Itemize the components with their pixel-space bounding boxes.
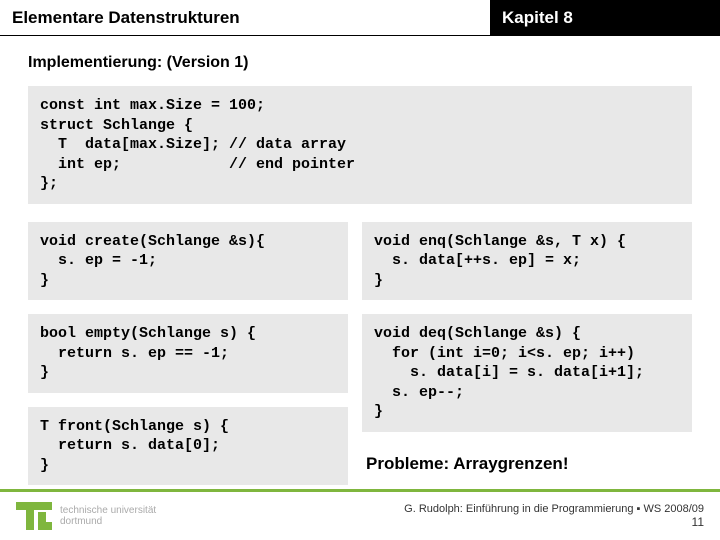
code-enq: void enq(Schlange &s, T x) { s. data[++s… — [362, 222, 692, 301]
slide-content: Implementierung: (Version 1) const int m… — [0, 36, 720, 485]
slide-header: Elementare Datenstrukturen Kapitel 8 — [0, 0, 720, 36]
tu-logo-icon — [16, 502, 52, 530]
code-empty: bool empty(Schlange s) { return s. ep ==… — [28, 314, 348, 393]
university-name-line2: dortmund — [60, 516, 156, 527]
code-deq: void deq(Schlange &s) { for (int i=0; i<… — [362, 314, 692, 432]
code-column-left: void create(Schlange &s){ s. ep = -1; } … — [28, 222, 348, 486]
code-struct: const int max.Size = 100; struct Schlang… — [28, 86, 692, 204]
slide-footer: technische universität dortmund G. Rudol… — [0, 492, 720, 540]
code-column-right: void enq(Schlange &s, T x) { s. data[++s… — [362, 222, 692, 486]
page-number: 11 — [404, 515, 704, 529]
header-title-left: Elementare Datenstrukturen — [0, 0, 490, 35]
subtitle: Implementierung: (Version 1) — [28, 54, 692, 72]
problems-label: Probleme: Arraygrenzen! — [366, 454, 692, 474]
credit-line: G. Rudolph: Einführung in die Programmie… — [404, 503, 704, 515]
university-name: technische universität dortmund — [60, 505, 156, 527]
footer-credits: G. Rudolph: Einführung in die Programmie… — [404, 503, 704, 529]
code-columns: void create(Schlange &s){ s. ep = -1; } … — [28, 222, 692, 486]
header-title-right: Kapitel 8 — [490, 0, 720, 35]
code-create: void create(Schlange &s){ s. ep = -1; } — [28, 222, 348, 301]
code-front: T front(Schlange s) { return s. data[0];… — [28, 407, 348, 486]
university-name-line1: technische universität — [60, 505, 156, 516]
university-logo-wrap: technische universität dortmund — [16, 502, 156, 530]
